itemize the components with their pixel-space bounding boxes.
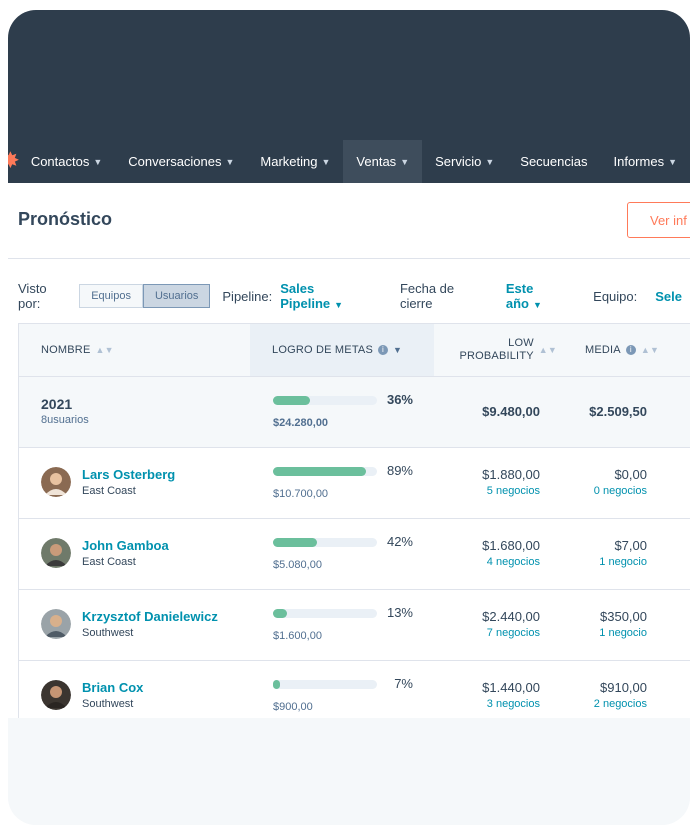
low-probability-value: $1.880,00 (482, 467, 540, 482)
main-nav: ✸ Contactos ▼ Conversaciones ▼ Marketing ▼ … (8, 140, 690, 183)
pipeline-label: Pipeline: (222, 288, 273, 304)
chevron-down-icon: ▼ (485, 156, 495, 167)
media-deals-link[interactable]: 1 negocio (549, 556, 647, 568)
goal-amount: $24.280,00 (273, 417, 329, 429)
progress-bar-fill (273, 609, 287, 618)
low-probability-value: $1.440,00 (482, 680, 540, 695)
close-date-dropdown[interactable]: Este año ▼ (506, 281, 571, 311)
person-name-link[interactable]: Brian Cox (82, 680, 143, 695)
column-header-media[interactable]: MEDIA i ▲▼ (585, 324, 659, 376)
chevron-down-icon: ▼ (93, 156, 103, 167)
filter-bar: Visto por: Equipos Usuarios Pipeline: Sa… (18, 281, 690, 311)
progress-bar-fill (273, 467, 366, 476)
media-value: $0,00 (614, 467, 647, 482)
nav-item-servicio[interactable]: Servicio ▼ (422, 140, 507, 183)
nav-item-contactos[interactable]: Contactos ▼ (18, 140, 115, 183)
view-toggle: Equipos Usuarios (79, 284, 211, 308)
goal-percent: 7% (394, 676, 413, 691)
media-value: $7,00 (614, 538, 647, 553)
info-icon[interactable]: i (378, 345, 388, 355)
goal-amount: $5.080,00 (273, 559, 322, 571)
chevron-down-icon: ▼ (668, 156, 677, 167)
table-row[interactable]: John Gamboa East Coast 42% $5.080,00 $1.… (19, 519, 690, 590)
toggle-users-button[interactable]: Usuarios (142, 284, 211, 308)
forecast-table: NOMBRE ▲▼ LOGRO DE METAS i ▼ LOW PROBABILIT… (18, 323, 690, 732)
low-probability-value: $2.440,00 (482, 609, 540, 624)
chevron-down-icon: ▼ (400, 156, 410, 167)
nav-item-ventas[interactable]: Ventas ▼ (343, 140, 423, 183)
sort-icon: ▲▼ (538, 345, 557, 355)
column-header-name[interactable]: NOMBRE ▲▼ (41, 324, 114, 376)
low-probability-deals-link[interactable]: 5 negocios (439, 485, 540, 497)
view-button[interactable]: Ver inf (627, 202, 690, 238)
low-probability-deals-link[interactable]: 7 negocios (439, 627, 540, 639)
progress-bar-fill (273, 538, 317, 547)
hubspot-logo-icon[interactable]: ✸ (8, 150, 19, 172)
media-deals-link[interactable]: 1 negocio (549, 627, 647, 639)
caret-down-icon: ▼ (532, 300, 542, 310)
table-header: NOMBRE ▲▼ LOGRO DE METAS i ▼ LOW PROBABILIT… (19, 324, 690, 377)
goal-amount: $10.700,00 (273, 488, 329, 500)
media-deals-link[interactable]: 0 negocios (549, 485, 647, 497)
summary-row: 2021 8usuarios 36% $24.280,00 $9.480,00 … (19, 377, 690, 448)
person-name-link[interactable]: John Gamboa (82, 538, 169, 553)
caret-down-icon: ▼ (334, 300, 344, 310)
low-probability-value: $9.480,00 (482, 404, 540, 419)
goal-percent: 13% (386, 605, 413, 620)
person-region: Southwest (82, 698, 134, 710)
nav-item-marketing[interactable]: Marketing ▼ (247, 140, 343, 183)
person-region: East Coast (82, 556, 136, 568)
goal-amount: $1.600,00 (273, 630, 322, 642)
chevron-down-icon: ▼ (321, 156, 331, 167)
nav-item-informes[interactable]: Informes ▼ (601, 140, 691, 183)
person-region: East Coast (82, 485, 136, 497)
forecast-page: Pronóstico Ver inf Visto por: Equipos Us… (8, 183, 690, 732)
sort-icon: ▲▼ (95, 345, 114, 355)
table-row[interactable]: Lars Osterberg East Coast 89% $10.700,00… (19, 448, 690, 519)
person-region: Southwest (82, 627, 134, 639)
media-deals-link[interactable]: 2 negocios (549, 698, 647, 710)
goal-percent: 89% (386, 463, 413, 478)
low-probability-deals-link[interactable]: 3 negocios (439, 698, 540, 710)
person-name-link[interactable]: Lars Osterberg (82, 467, 175, 482)
toggle-teams-button[interactable]: Equipos (79, 284, 143, 308)
nav-item-secuencias[interactable]: Secuencias (507, 140, 600, 183)
sort-icon: ▲▼ (640, 345, 660, 355)
avatar (41, 467, 71, 497)
person-name-link[interactable]: Krzysztof Danielewicz (82, 609, 218, 624)
info-icon[interactable]: i (625, 345, 636, 355)
sort-desc-icon: ▼ (393, 345, 403, 355)
nav-item-conversaciones[interactable]: Conversaciones ▼ (115, 140, 247, 183)
bottom-fade (8, 718, 690, 825)
low-probability-value: $1.680,00 (482, 538, 540, 553)
progress-bar-fill (273, 680, 281, 689)
low-probability-deals-link[interactable]: 4 negocios (439, 556, 540, 568)
summary-users: 8usuarios (41, 414, 89, 426)
table-row[interactable]: Krzysztof Danielewicz Southwest 13% $1.6… (19, 590, 690, 661)
top-banner (8, 10, 690, 140)
avatar (41, 538, 71, 568)
avatar (41, 680, 71, 710)
seen-by-label: Visto por: (18, 281, 47, 311)
divider (8, 258, 690, 259)
pipeline-dropdown[interactable]: Sales Pipeline ▼ (280, 281, 378, 311)
avatar (41, 609, 71, 639)
media-value: $350,00 (600, 609, 647, 624)
goal-percent: 42% (386, 534, 413, 549)
column-header-goal[interactable]: LOGRO DE METAS i ▼ (250, 324, 434, 376)
team-dropdown[interactable]: Sele (655, 289, 682, 304)
app-window: ✸ Contactos ▼ Conversaciones ▼ Marketing ▼ … (8, 10, 690, 825)
goal-percent: 36% (386, 392, 413, 407)
summary-year: 2021 (41, 396, 73, 412)
close-date-label: Fecha de cierre (399, 281, 455, 311)
column-header-low-probability[interactable]: LOW PROBABILITY ▲▼ (455, 324, 557, 376)
team-label: Equipo: (593, 288, 638, 304)
media-value: $910,00 (600, 680, 647, 695)
goal-amount: $900,00 (273, 701, 313, 713)
media-value: $2.509,50 (589, 404, 647, 419)
chevron-down-icon: ▼ (225, 156, 235, 167)
page-title: Pronóstico (18, 209, 113, 229)
progress-bar-fill (273, 396, 311, 405)
